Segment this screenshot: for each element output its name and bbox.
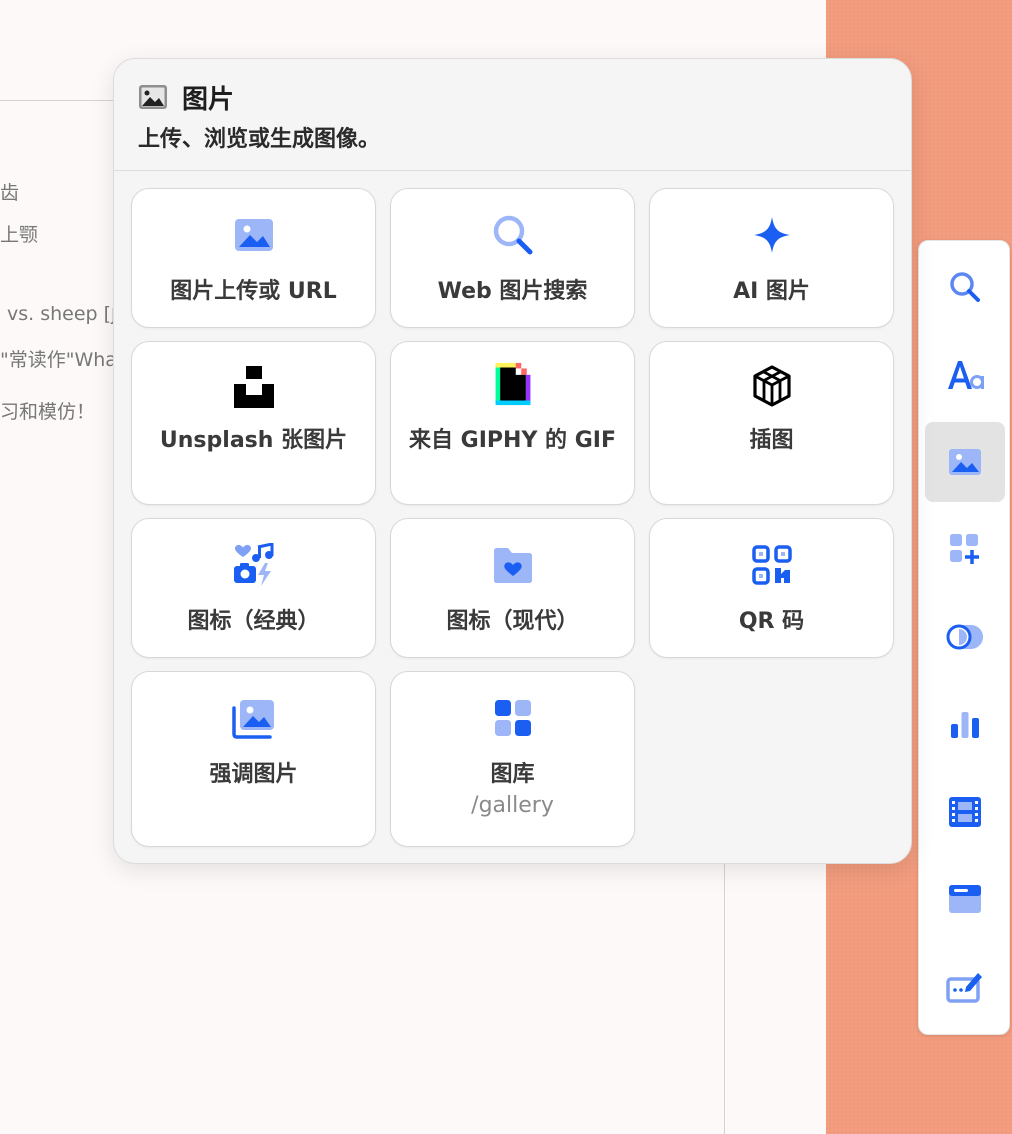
document-text: 习和模仿！: [0, 401, 96, 423]
divider: [0, 100, 120, 101]
image-icon: [949, 449, 981, 475]
card-unsplash[interactable]: Unsplash 张图片: [131, 341, 376, 505]
card-label: 图标（现代）: [446, 609, 579, 634]
search-icon: [950, 272, 980, 302]
image-insert-popup: 图片 上传、浏览或生成图像。 图片上传或 URL Web 图片搜索 AI 图片 …: [113, 58, 912, 864]
card-label: QR 码: [738, 609, 805, 634]
card-label: AI 图片: [733, 279, 810, 304]
card-label: 插图: [749, 428, 794, 453]
insert-toolbar: [918, 240, 1010, 1035]
giphy-logo-icon: [495, 362, 530, 406]
bar-chart-icon: [951, 712, 979, 738]
browser-window-icon: [949, 885, 981, 913]
card-accent-image[interactable]: 强调图片: [131, 671, 376, 847]
add-block-icon: [950, 534, 979, 564]
document-text: 上颚: [0, 224, 39, 246]
document-text: 齿: [0, 182, 20, 204]
image-upload-icon: [234, 219, 273, 251]
toggle-icon: [946, 624, 983, 650]
toolbar-chart-button[interactable]: [925, 684, 1005, 764]
search-icon: [493, 215, 532, 255]
card-label: 图片上传或 URL: [170, 279, 337, 304]
card-ai-image[interactable]: AI 图片: [649, 188, 894, 328]
card-label: Unsplash 张图片: [159, 428, 348, 453]
document-text: "常读作"Wha: [0, 349, 117, 371]
gallery-grid-icon: [494, 700, 531, 736]
card-label: 来自 GIPHY 的 GIF: [409, 428, 616, 453]
toolbar-search-button[interactable]: [925, 247, 1005, 327]
toolbar-text-button[interactable]: [925, 335, 1005, 415]
popup-header: 图片 上传、浏览或生成图像。: [114, 59, 911, 171]
text-style-icon: [948, 361, 984, 389]
document-text: vs. sheep [ʃ: [7, 303, 118, 325]
edit-form-icon: [946, 973, 982, 1003]
qr-code-icon: [751, 545, 792, 585]
toolbar-video-button[interactable]: [925, 772, 1005, 852]
image-icon: [139, 85, 167, 109]
card-label: 图库: [490, 762, 535, 787]
card-qr-code[interactable]: QR 码: [649, 518, 894, 658]
toolbar-toggle-button[interactable]: [925, 597, 1005, 677]
card-label: 图标（经典）: [187, 609, 320, 634]
card-label: Web 图片搜索: [437, 279, 588, 304]
icon-collection-icon: [233, 543, 273, 586]
card-giphy-gif[interactable]: 来自 GIPHY 的 GIF: [390, 341, 635, 505]
card-gallery[interactable]: 图库 /gallery: [390, 671, 635, 847]
accent-image-icon: [231, 700, 274, 739]
card-image-upload-url[interactable]: 图片上传或 URL: [131, 188, 376, 328]
card-sublabel: /gallery: [471, 793, 554, 818]
card-icons-classic[interactable]: 图标（经典）: [131, 518, 376, 658]
card-icons-modern[interactable]: 图标（现代）: [390, 518, 635, 658]
unsplash-logo-icon: [233, 366, 274, 408]
card-web-image-search[interactable]: Web 图片搜索: [390, 188, 635, 328]
film-icon: [949, 797, 981, 827]
popup-subtitle: 上传、浏览或生成图像。: [138, 127, 381, 152]
folder-heart-icon: [493, 548, 532, 583]
toolbar-add-block-button[interactable]: [925, 509, 1005, 589]
card-label: 强调图片: [209, 762, 298, 787]
popup-title: 图片: [182, 85, 235, 115]
toolbar-image-button[interactable]: [925, 422, 1005, 502]
divider: [724, 864, 725, 1134]
illustration-cube-icon: [752, 365, 791, 407]
sparkle-icon: [753, 217, 790, 253]
card-illustration[interactable]: 插图: [649, 341, 894, 505]
toolbar-embed-button[interactable]: [925, 859, 1005, 939]
toolbar-form-button[interactable]: [925, 947, 1005, 1027]
